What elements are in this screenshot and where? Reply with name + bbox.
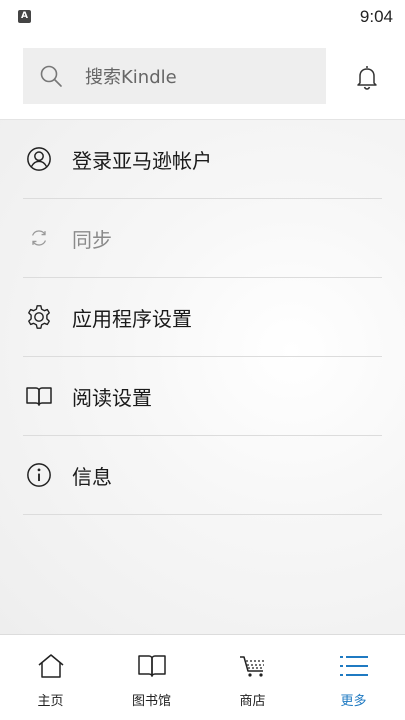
tab-label: 主页 — [37, 694, 64, 709]
menu-item-label: 登录亚马逊帐户 — [72, 148, 212, 173]
tab-label: 商店 — [239, 694, 266, 709]
menu-item-info[interactable]: 信息 — [23, 436, 382, 515]
bottom-tab-bar: 主页 图书馆 商店 更多 — [0, 634, 405, 720]
app-icon-letter: A — [21, 11, 28, 21]
menu-list-icon — [339, 656, 368, 676]
app-notification-icon: A — [18, 10, 31, 23]
account-icon — [25, 145, 53, 173]
tab-more[interactable]: 更多 — [303, 635, 404, 720]
search-input[interactable]: 搜索Kindle — [85, 63, 177, 89]
menu-item-reading-settings[interactable]: 阅读设置 — [23, 357, 382, 436]
info-icon — [25, 461, 53, 489]
search-icon — [40, 65, 62, 87]
menu-item-app-settings[interactable]: 应用程序设置 — [23, 278, 382, 357]
tab-home[interactable]: 主页 — [0, 635, 101, 720]
tab-label: 更多 — [340, 694, 367, 709]
tab-store[interactable]: 商店 — [202, 635, 303, 720]
more-menu: 登录亚马逊帐户 同步 应用程序设置 阅读设置 信息 — [0, 120, 405, 634]
bell-icon[interactable] — [355, 64, 379, 90]
library-icon — [137, 655, 166, 677]
menu-item-label: 信息 — [72, 464, 112, 489]
sync-icon — [25, 224, 53, 252]
header: 搜索Kindle — [0, 34, 405, 120]
menu-item-sync: 同步 — [23, 199, 382, 278]
menu-item-label: 阅读设置 — [72, 385, 152, 410]
menu-item-sign-in[interactable]: 登录亚马逊帐户 — [23, 120, 382, 199]
cart-icon — [239, 656, 265, 677]
home-icon — [38, 654, 63, 678]
tab-library[interactable]: 图书馆 — [101, 635, 202, 720]
menu-item-label: 应用程序设置 — [72, 306, 192, 331]
menu-item-label: 同步 — [72, 227, 112, 252]
tab-label: 图书馆 — [131, 694, 171, 709]
search-bar[interactable]: 搜索Kindle — [23, 48, 326, 104]
status-time: 9:04 — [359, 7, 393, 26]
status-bar: A 9:04 — [0, 0, 405, 34]
book-icon — [25, 382, 53, 410]
gear-icon — [25, 303, 53, 331]
